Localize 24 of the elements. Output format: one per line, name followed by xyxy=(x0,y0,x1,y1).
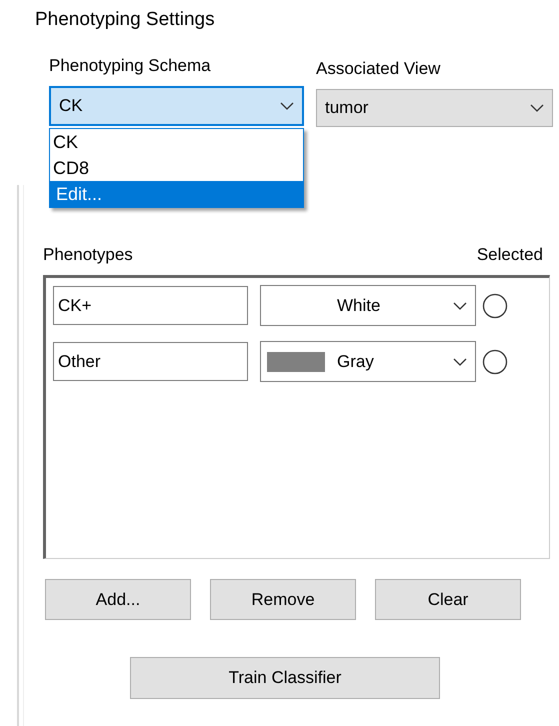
schema-dropdown[interactable]: CK xyxy=(49,86,304,126)
radio-button[interactable] xyxy=(482,292,508,318)
dropdown-option[interactable]: CK xyxy=(50,129,303,155)
action-button[interactable]: Add... xyxy=(45,579,191,620)
chevron-icon xyxy=(280,102,294,110)
name-field[interactable]: Other xyxy=(53,342,248,381)
name-field[interactable]: CK+ xyxy=(53,286,248,325)
field-label: Associated View xyxy=(316,59,442,79)
chevron-icon xyxy=(453,302,467,310)
train-button[interactable]: Train Classifier xyxy=(130,657,440,699)
dropdown-option[interactable]: Edit... xyxy=(50,181,303,207)
action-button[interactable]: Remove xyxy=(210,579,356,620)
chevron-icon xyxy=(453,358,467,366)
action-button[interactable]: Clear xyxy=(375,579,521,620)
list-label: Phenotypes xyxy=(43,245,133,265)
view-dropdown[interactable]: tumor xyxy=(316,89,553,127)
field-label: Phenotyping Schema xyxy=(49,56,212,76)
column-header: Selected xyxy=(476,245,543,265)
radio-button[interactable] xyxy=(482,348,508,374)
panel-title: Phenotyping Settings xyxy=(35,8,216,32)
color-dropdown[interactable]: Gray xyxy=(260,341,476,382)
color-dropdown[interactable]: White xyxy=(260,285,476,326)
dropdown-option[interactable]: CD8 xyxy=(50,155,303,181)
chevron-icon xyxy=(530,104,544,112)
